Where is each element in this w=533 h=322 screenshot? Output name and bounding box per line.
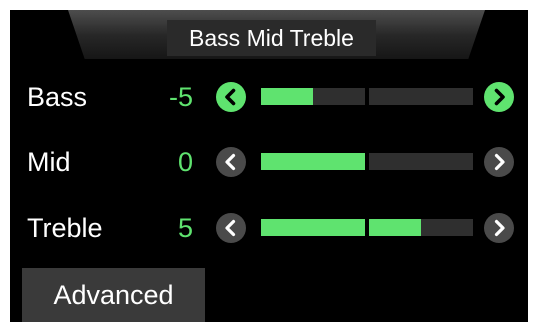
mid-label: Mid	[27, 147, 71, 177]
bass-decrease-button[interactable]	[216, 82, 246, 112]
bass-slider-segment-negative	[261, 88, 365, 105]
chevron-right-icon	[494, 153, 505, 171]
chevron-left-icon	[225, 88, 236, 106]
advanced-button[interactable]: Advanced	[22, 268, 205, 322]
mid-slider-fill-negative	[261, 153, 365, 170]
page-title: Bass Mid Treble	[167, 20, 376, 56]
treble-slider-segment-negative	[261, 219, 365, 236]
bass-value: -5	[168, 82, 193, 112]
chevron-left-icon	[225, 153, 236, 171]
treble-decrease-button[interactable]	[216, 213, 246, 243]
treble-slider-fill-positive	[369, 219, 421, 236]
bass-slider-fill-negative	[261, 88, 313, 105]
bass-label: Bass	[27, 82, 88, 112]
bass-slider-segment-positive	[369, 88, 473, 105]
mid-value: 0	[177, 147, 193, 177]
chevron-left-icon	[225, 219, 236, 237]
chevron-right-icon	[494, 88, 505, 106]
mid-slider-segment-negative	[261, 153, 365, 170]
mid-decrease-button[interactable]	[216, 147, 246, 177]
treble-value: 5	[177, 213, 193, 243]
treble-label: Treble	[27, 213, 103, 243]
eq-screen: Bass Mid Treble Bass -5 Mid 0 Treble 5 A…	[10, 10, 528, 322]
mid-slider-segment-positive	[369, 153, 473, 170]
mid-slider[interactable]	[261, 153, 474, 170]
treble-slider-segment-positive	[369, 219, 473, 236]
treble-slider[interactable]	[261, 219, 474, 236]
chevron-right-icon	[494, 219, 505, 237]
mid-increase-button[interactable]	[484, 147, 514, 177]
treble-increase-button[interactable]	[484, 213, 514, 243]
bass-increase-button[interactable]	[484, 82, 514, 112]
treble-slider-fill-negative	[261, 219, 365, 236]
bass-slider[interactable]	[261, 88, 474, 105]
